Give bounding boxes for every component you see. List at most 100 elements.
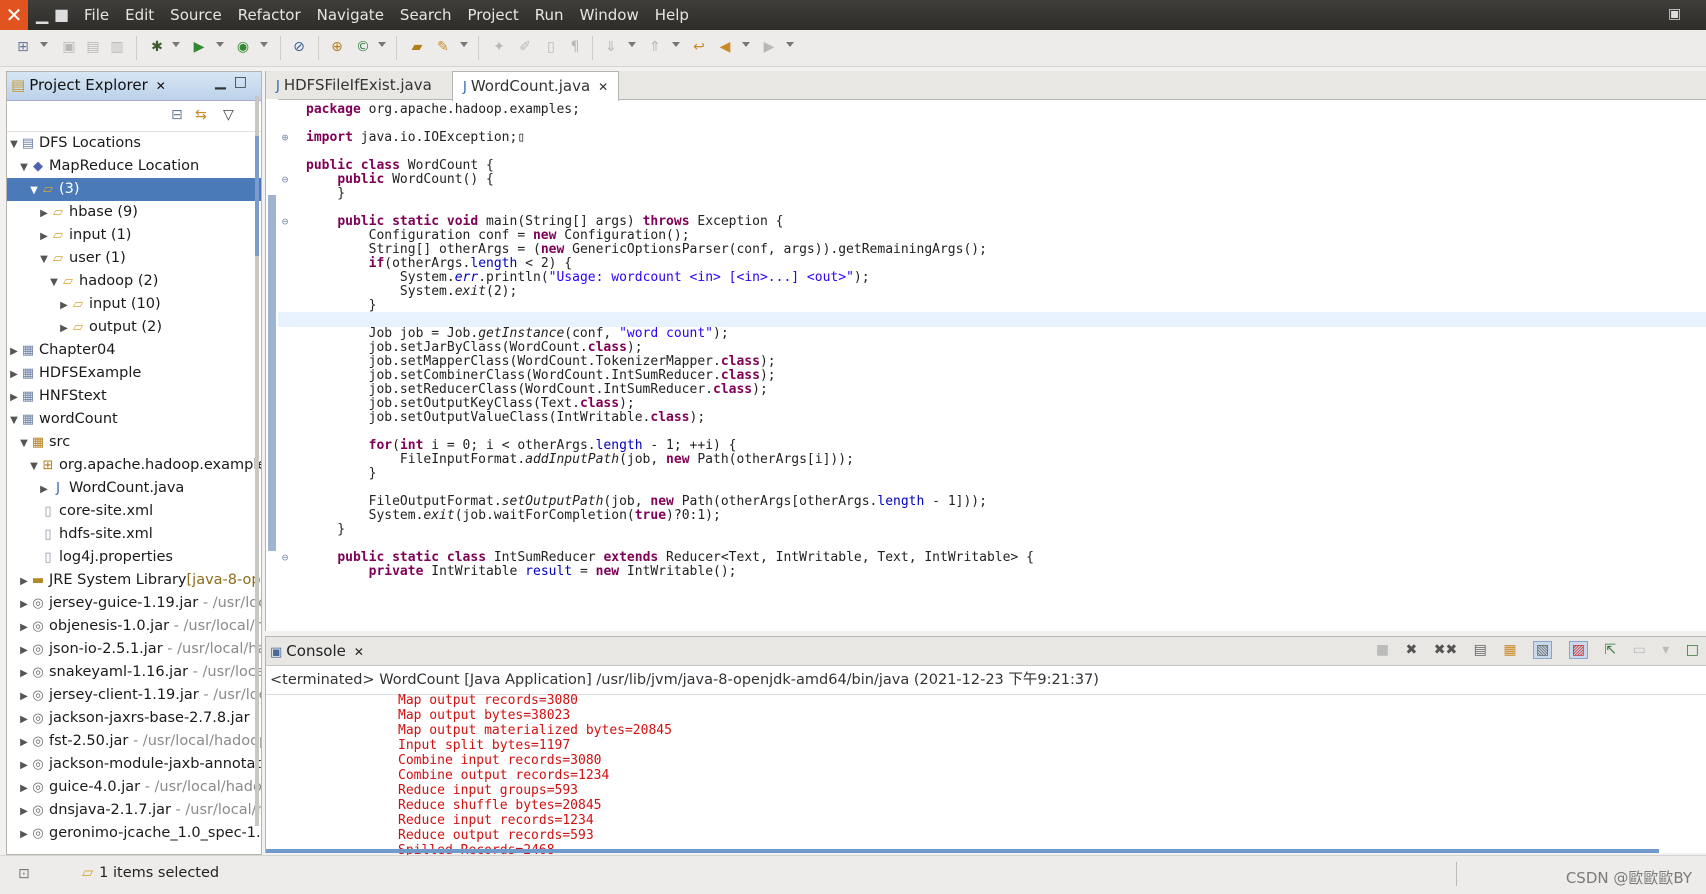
run-dropdown-icon[interactable] [216, 42, 224, 47]
tree-item[interactable]: ▶ ◎ fst-2.50.jar - /usr/local/hadoop/ [7, 730, 261, 753]
code-line[interactable]: job.setReducerClass(WordCount.IntSumRedu… [278, 382, 1706, 397]
chevron-right-icon[interactable]: ▶ [19, 708, 29, 731]
chevron-down-icon[interactable]: ▼ [19, 432, 29, 455]
code-line[interactable]: job.setOutputValueClass(IntWritable.clas… [278, 410, 1706, 425]
tree-item[interactable]: ▼ ▦ src [7, 431, 261, 454]
run-external-icon[interactable]: ◉ [234, 38, 252, 56]
chevron-right-icon[interactable]: ▶ [19, 570, 29, 593]
remove-all-launches-icon[interactable]: ✖✖ [1434, 642, 1457, 658]
fold-toggle-icon[interactable]: ⊕ [278, 130, 292, 145]
tree-item[interactable]: ▼ ▱ (3) [7, 178, 261, 201]
tree-item[interactable]: ▶ ▱ hbase (9) [7, 201, 261, 224]
menu-help[interactable]: Help [647, 0, 697, 30]
close-tab-icon[interactable]: ✕ [598, 80, 608, 94]
tree-item[interactable]: ▶◎ geronimo-jcache_1.0_spec-1.0-alpha-1.j… [7, 822, 261, 845]
chevron-right-icon[interactable]: ▶ [9, 363, 19, 386]
code-line[interactable]: job.setCombinerClass(WordCount.IntSumRed… [278, 368, 1706, 383]
tree-item[interactable]: ▶ J WordCount.java [7, 477, 261, 500]
new-dropdown-icon[interactable] [40, 42, 48, 47]
debug-icon[interactable]: ✱ [148, 38, 166, 56]
chevron-right-icon[interactable]: ▶ [19, 639, 29, 662]
chevron-down-icon[interactable]: ▼ [39, 248, 49, 271]
menu-source[interactable]: Source [162, 0, 230, 30]
code-line[interactable]: System.exit(2); [278, 284, 1706, 299]
tree-item[interactable]: ▶◎ snakeyaml-1.16.jar - /usr/local/hadoop [7, 661, 261, 684]
chevron-down-icon[interactable]: ▼ [29, 455, 39, 478]
code-line[interactable]: } [278, 522, 1706, 537]
code-line[interactable]: ⊖ public WordCount() { [278, 172, 1706, 187]
chevron-down-icon[interactable]: ▼ [9, 409, 19, 432]
code-line[interactable]: System.exit(job.waitForCompletion(true)?… [278, 508, 1706, 523]
chevron-right-icon[interactable]: ▶ [59, 317, 69, 340]
close-view-icon[interactable]: ✕ [156, 79, 166, 93]
tree-item[interactable]: ▯ hdfs-site.xml [7, 523, 261, 546]
code-line[interactable] [278, 312, 1706, 327]
code-line[interactable]: job.setJarByClass(WordCount.class); [278, 340, 1706, 355]
code-line[interactable]: FileOutputFormat.setOutputPath(job, new … [278, 494, 1706, 509]
tree-item[interactable]: ▼ ⊞ org.apache.hadoop.examples [7, 454, 261, 477]
view-menu-icon[interactable]: ▽ [223, 107, 234, 123]
menu-project[interactable]: Project [459, 0, 526, 30]
chevron-right-icon[interactable]: ▶ [19, 662, 29, 685]
chevron-right-icon[interactable]: ▶ [19, 777, 29, 800]
show-on-error-icon[interactable]: ▨ [1568, 641, 1588, 659]
project-explorer-tab[interactable]: ▤ Project Explorer ✕ ▁□ [7, 72, 261, 101]
chevron-right-icon[interactable]: ▶ [19, 800, 29, 823]
menu-file[interactable]: File [76, 0, 117, 30]
tree-item[interactable]: ▶◎ jersey-guice-1.19.jar - /usr/local/had… [7, 592, 261, 615]
code-line[interactable]: job.setMapperClass(WordCount.TokenizerMa… [278, 354, 1706, 369]
minimize-view-icon[interactable]: ▁ [215, 74, 234, 90]
new-class-icon[interactable]: © [354, 38, 372, 56]
code-line[interactable]: Job job = Job.getInstance(conf, "word co… [278, 326, 1706, 341]
tab-hdfsfileifexist[interactable]: J HDFSFileIfExist.java [266, 71, 442, 99]
tree-item[interactable]: ▶◎ json-io-2.5.1.jar - /usr/local/hadoop [7, 638, 261, 661]
fast-view-icon[interactable]: ⊡ [18, 866, 30, 882]
new-icon[interactable]: ⊞ [14, 38, 32, 56]
tree-item[interactable]: ▶◎jackson-jaxrs-base-2.7.8.jar - /usr/lo… [7, 707, 261, 730]
tree-item[interactable]: ▶ ▱ input (10) [7, 293, 261, 316]
next-annotation-dropdown-icon[interactable] [628, 42, 636, 47]
back-icon[interactable]: ◀ [716, 38, 734, 56]
prev-annotation-icon[interactable]: ⇑ [646, 38, 664, 56]
run-icon[interactable]: ▶ [190, 38, 208, 56]
tree-item[interactable]: ▶◎ jersey-client-1.19.jar - /usr/local/ha… [7, 684, 261, 707]
toggle-mark-icon[interactable]: ✦ [490, 38, 508, 56]
fold-toggle-icon[interactable]: ⊖ [278, 214, 292, 229]
code-line[interactable] [278, 424, 1706, 439]
pin-console-icon[interactable]: ⇱ [1604, 642, 1616, 658]
chevron-right-icon[interactable]: ▶ [19, 616, 29, 639]
tree-item[interactable]: ▶ ▦ Chapter04 [7, 339, 261, 362]
forward-icon[interactable]: ▶ [760, 38, 778, 56]
code-line[interactable]: ⊖ public static class IntSumReducer exte… [278, 550, 1706, 565]
chevron-right-icon[interactable]: ▶ [39, 225, 49, 248]
console-scrollbar[interactable] [266, 849, 1659, 853]
code-line[interactable] [278, 480, 1706, 495]
chevron-right-icon[interactable]: ▶ [19, 823, 29, 846]
maximize-console-icon[interactable]: □ [1686, 642, 1699, 658]
chevron-right-icon[interactable]: ▶ [39, 478, 49, 501]
code-line[interactable]: ⊖ public static void main(String[] args)… [278, 214, 1706, 229]
menu-edit[interactable]: Edit [117, 0, 162, 30]
remove-launch-icon[interactable]: ✖ [1406, 642, 1418, 658]
code-line[interactable]: } [278, 186, 1706, 201]
menu-search[interactable]: Search [392, 0, 460, 30]
code-line[interactable]: job.setOutputKeyClass(Text.class); [278, 396, 1706, 411]
tree-item[interactable]: ▼ ▱ user (1) [7, 247, 261, 270]
perspective-icon[interactable]: ▣ [1668, 6, 1690, 22]
tree-item[interactable]: ▶ ▱ output (2) [7, 316, 261, 339]
code-editor[interactable]: package org.apache.hadoop.examples; ⊕ impo… [278, 99, 1706, 631]
chevron-down-icon[interactable]: ▼ [49, 271, 59, 294]
tab-wordcount[interactable]: J WordCount.java ✕ [452, 71, 620, 101]
maximize-view-icon[interactable]: □ [234, 74, 255, 90]
clear-console-icon[interactable]: ▤ [1474, 642, 1487, 658]
scrollbar-thumb[interactable] [255, 136, 259, 256]
menu-navigate[interactable]: Navigate [309, 0, 392, 30]
task-dropdown-icon[interactable] [460, 42, 468, 47]
show-on-output-icon[interactable]: ▧ [1533, 641, 1553, 659]
menu-window[interactable]: Window [572, 0, 647, 30]
tree-item[interactable]: ▶◎ dnsjava-2.1.7.jar - /usr/local/hadoop [7, 799, 261, 822]
code-line[interactable]: private IntWritable result = new IntWrit… [278, 564, 1706, 579]
window-close-icon[interactable]: ✕ [0, 0, 28, 30]
window-maximize-icon[interactable]: ■ [54, 0, 69, 30]
external-dropdown-icon[interactable] [260, 42, 268, 47]
